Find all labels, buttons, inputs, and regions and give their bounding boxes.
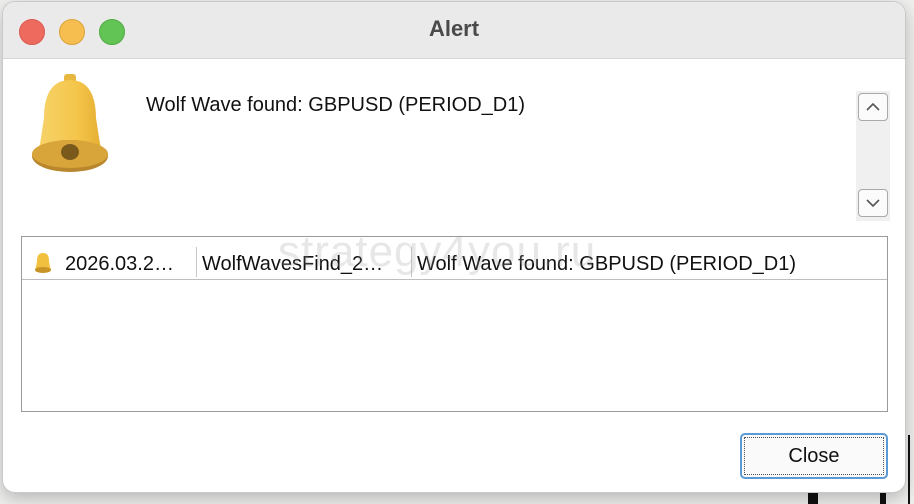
row-time: 2026.03.2… [65, 253, 174, 275]
alert-message: Wolf Wave found: GBPUSD (PERIOD_D1) [146, 94, 526, 116]
title-bar: Alert [3, 2, 905, 59]
scroll-up-button[interactable] [858, 93, 888, 121]
bell-icon [32, 74, 108, 172]
window-title: Alert [428, 16, 480, 41]
chart-candle [808, 490, 818, 504]
chart-candle [908, 435, 910, 504]
alert-window: Alert Wolf Wave found: GBPUSD (PERIOD_D1… [3, 2, 905, 492]
watermark: strategy4you.ru [278, 227, 597, 276]
column-divider [196, 247, 197, 277]
close-button-label: Close [744, 437, 884, 475]
scroll-down-button[interactable] [858, 189, 888, 217]
chevron-down-icon [866, 199, 880, 208]
close-button[interactable]: Close [740, 433, 888, 479]
bell-icon [34, 253, 52, 273]
chevron-up-icon [866, 102, 880, 111]
